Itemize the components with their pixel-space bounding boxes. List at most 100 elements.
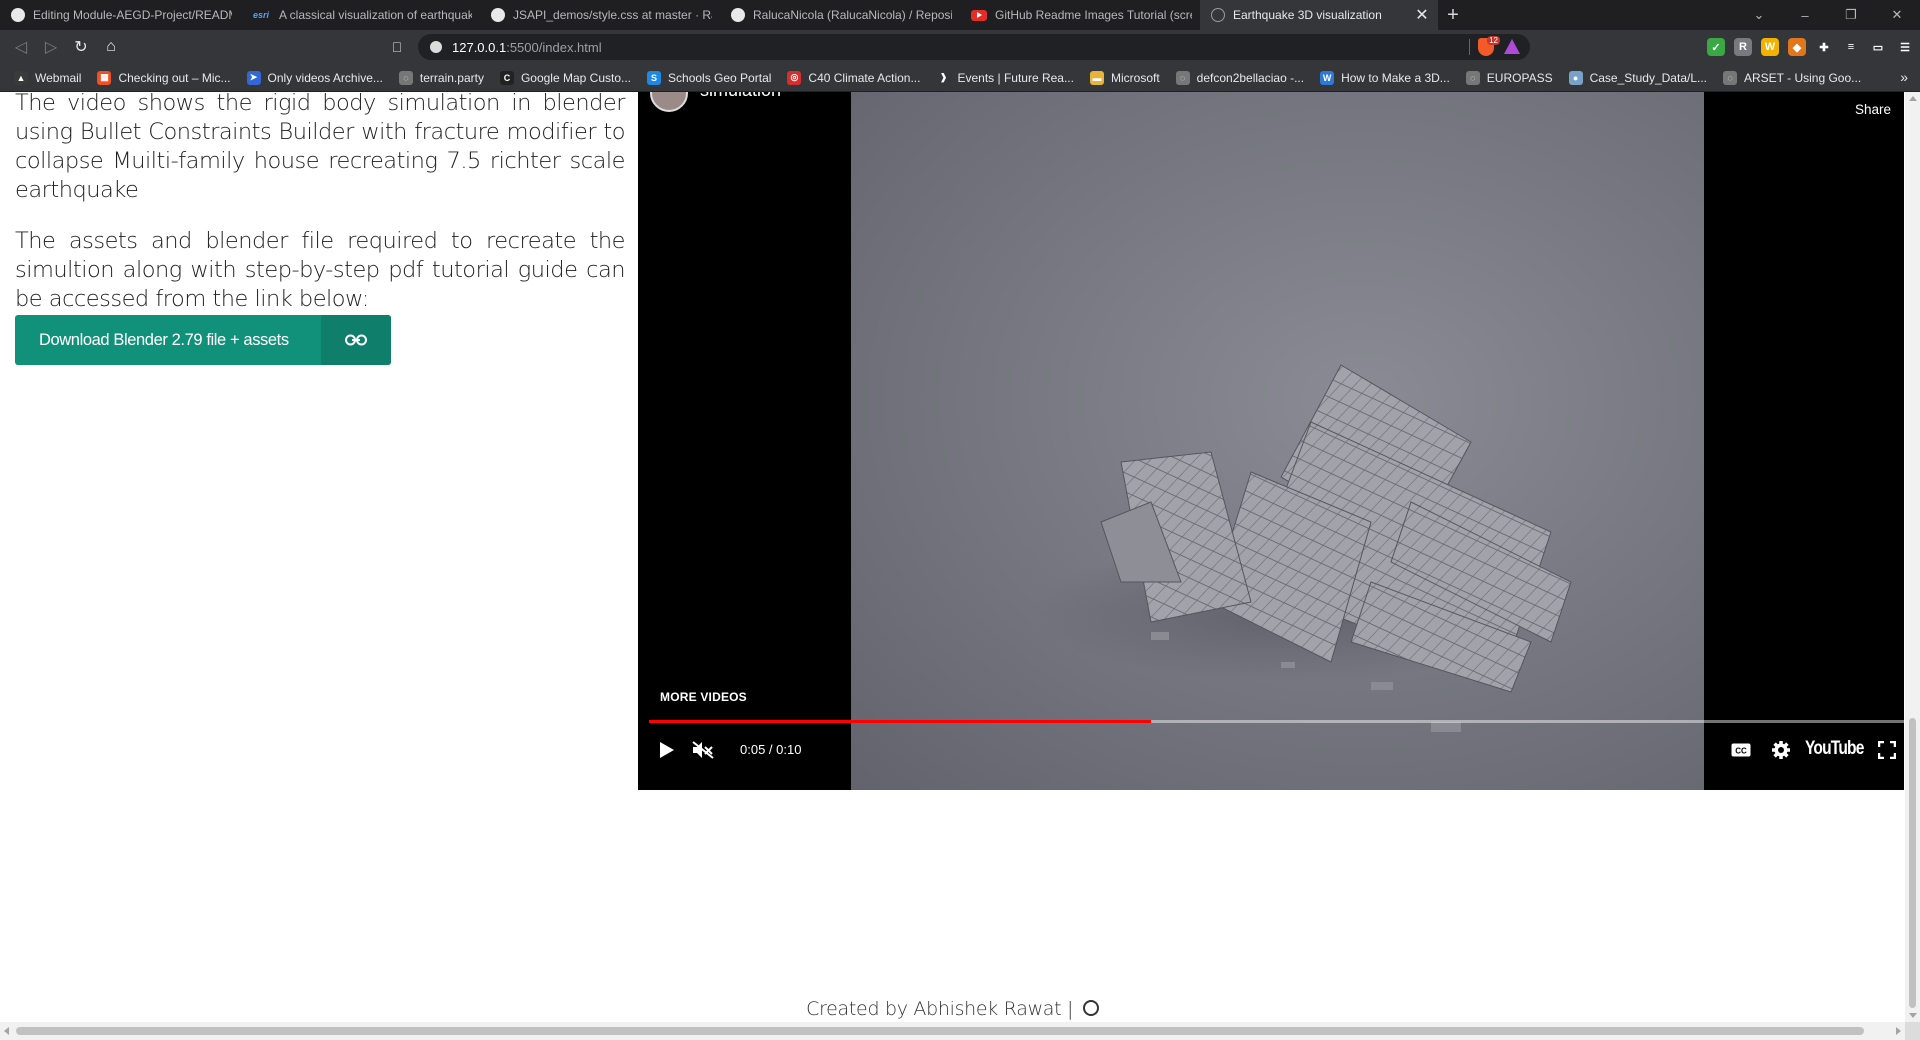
brave-rewards-icon[interactable] — [1504, 39, 1520, 54]
download-button-label: Download Blender 2.79 file + assets — [39, 330, 289, 349]
forward-button[interactable]: ▷ — [36, 32, 66, 62]
bookmark-item[interactable]: ▬ Microsoft — [1089, 70, 1160, 85]
fullscreen-button[interactable] — [1872, 730, 1902, 770]
captions-icon: CC — [1731, 743, 1751, 757]
bookmark-page-button[interactable]: ⎕ — [382, 32, 412, 62]
scroll-right-arrow[interactable] — [1896, 1027, 1901, 1035]
address-bar[interactable]: 127.0.0.1:5500/index.html 12 — [418, 34, 1530, 60]
address-bar-divider — [1469, 39, 1470, 55]
playlist-extension-icon[interactable]: ≡ — [1842, 38, 1860, 56]
bookmark-item[interactable]: ● Case_Study_Data/L... — [1568, 70, 1707, 85]
bookmark-item[interactable]: C Google Map Custo... — [499, 70, 631, 85]
close-window-button[interactable]: ✕ — [1874, 7, 1920, 23]
vertical-scrollbar[interactable] — [1905, 92, 1920, 1022]
tab-active[interactable]: Earthquake 3D visualization ✕ — [1200, 0, 1438, 30]
tab[interactable]: GitHub Readme Images Tutorial (scree — [960, 0, 1200, 30]
bookmark-item[interactable]: ◎ C40 Climate Action... — [787, 70, 921, 85]
extensions-area: ✓ R W ◆ ✚ ≡ ▭ ☰ — [1707, 30, 1914, 64]
bookmark-label: Case_Study_Data/L... — [1589, 70, 1707, 85]
bookmark-label: C40 Climate Action... — [808, 70, 921, 85]
fullscreen-icon — [1878, 741, 1896, 759]
more-videos-button[interactable]: MORE VIDEOS — [660, 690, 747, 704]
gear-icon — [1772, 741, 1790, 759]
tab[interactable]: Editing Module-AEGD-Project/READM — [0, 0, 240, 30]
download-button[interactable]: Download Blender 2.79 file + assets — [15, 315, 391, 365]
bookmark-item[interactable]: ◌ ARSET - Using Goo... — [1723, 70, 1862, 85]
captions-button[interactable]: CC — [1726, 730, 1756, 770]
tab-close-button[interactable]: ✕ — [1414, 5, 1430, 25]
video-progress-bar[interactable] — [649, 720, 1904, 723]
tab[interactable]: esri A classical visualization of earthqu… — [240, 0, 480, 30]
video-title[interactable]: simulation — [700, 92, 781, 101]
video-time: 0:05 / 0:10 — [740, 742, 802, 757]
bookmark-item[interactable]: ➤ Only videos Archive... — [246, 70, 383, 85]
horizontal-scrollbar[interactable] — [0, 1022, 1905, 1040]
fox-extension-icon[interactable]: ◆ — [1788, 38, 1806, 56]
bookmark-item[interactable]: ◌ defcon2bellaciao -... — [1175, 70, 1305, 85]
home-button[interactable]: ⌂ — [96, 32, 126, 62]
description-paragraph-2: The assets and blender file required to … — [15, 228, 626, 312]
r-extension-icon[interactable]: R — [1734, 38, 1752, 56]
bookmark-item[interactable]: ▲ Webmail — [14, 70, 81, 85]
scroll-left-arrow[interactable] — [4, 1027, 9, 1035]
channel-avatar[interactable] — [650, 92, 688, 112]
bookmark-item[interactable]: ❱ Events | Future Rea... — [936, 70, 1074, 85]
restore-button[interactable]: ❐ — [1828, 7, 1874, 23]
bookmark-label: EUROPASS — [1486, 70, 1553, 85]
webmail-icon: ▲ — [14, 70, 28, 85]
bookmark-item[interactable]: S Schools Geo Portal — [647, 70, 772, 85]
settings-button[interactable] — [1766, 730, 1796, 770]
wallet-extension-icon[interactable]: ▭ — [1869, 38, 1887, 56]
play-icon — [660, 742, 674, 758]
scroll-down-arrow[interactable] — [1909, 1013, 1917, 1018]
github-icon[interactable] — [1082, 1000, 1099, 1016]
back-button[interactable]: ◁ — [6, 32, 36, 62]
window-controls: ⌄ – ❐ ✕ — [1736, 0, 1920, 30]
green-check-extension-icon[interactable]: ✓ — [1707, 38, 1725, 56]
page-content: The video shows the rigid body simulatio… — [0, 92, 1905, 1022]
portal-icon: S — [647, 70, 662, 85]
bookmark-label: Events | Future Rea... — [957, 70, 1074, 85]
bookmarks-overflow-button[interactable]: » — [1900, 69, 1908, 85]
menu-extension-icon[interactable]: ☰ — [1896, 38, 1914, 56]
globe-icon: ◌ — [1175, 70, 1190, 85]
vertical-scroll-thumb[interactable] — [1909, 718, 1916, 1008]
puzzle-extension-icon[interactable]: ✚ — [1815, 38, 1833, 56]
bookmark-item[interactable]: ▦ Checking out – Mic... — [97, 70, 231, 85]
mute-button[interactable] — [688, 730, 718, 770]
github-icon: ● — [1568, 70, 1583, 85]
share-button[interactable]: Share — [1855, 102, 1891, 117]
tab-search-button[interactable]: ⌄ — [1736, 7, 1782, 23]
bookmark-label: defcon2bellaciao -... — [1196, 70, 1305, 85]
bookmark-item[interactable]: W How to Make a 3D... — [1320, 70, 1450, 85]
horizontal-scroll-thumb[interactable] — [16, 1027, 1864, 1035]
tab[interactable]: JSAPI_demos/style.css at master · Ralu — [480, 0, 720, 30]
w-extension-icon[interactable]: W — [1761, 38, 1779, 56]
globe-icon: ◌ — [398, 70, 413, 85]
scroll-up-arrow[interactable] — [1909, 96, 1917, 101]
esri-icon: esri — [252, 10, 269, 20]
c-icon: C — [499, 70, 514, 85]
bookmark-item[interactable]: ◌ EUROPASS — [1465, 70, 1553, 85]
bookmark-label: ARSET - Using Goo... — [1744, 70, 1862, 85]
tab-strip: Editing Module-AEGD-Project/READM esri A c… — [0, 0, 1920, 30]
microsoft-icon: ▦ — [97, 70, 112, 85]
footer: Created by Abhishek Rawat | — [0, 998, 1905, 1020]
site-info-icon[interactable] — [430, 41, 442, 53]
play-button[interactable] — [652, 730, 682, 770]
video-progress-fill — [649, 720, 1151, 723]
bookmark-label: Microsoft — [1110, 70, 1160, 85]
tab[interactable]: RalucaNicola (RalucaNicola) / Reposito — [720, 0, 960, 30]
bookmark-label: Schools Geo Portal — [668, 70, 772, 85]
bookmark-item[interactable]: ◌ terrain.party — [398, 70, 484, 85]
reload-button[interactable]: ↻ — [66, 32, 96, 62]
shield-count-badge: 12 — [1487, 36, 1500, 45]
new-tab-button[interactable]: + — [1438, 4, 1468, 27]
globe-icon: ◌ — [1723, 70, 1737, 85]
youtube-video-player[interactable]: simulation Share MORE VIDEOS 0:05 / 0:10 — [638, 92, 1904, 790]
minimize-button[interactable]: – — [1782, 8, 1828, 23]
youtube-logo[interactable]: YouTube — [1805, 738, 1864, 760]
tab-list: Editing Module-AEGD-Project/READM esri A c… — [0, 0, 1438, 30]
tab-title: RalucaNicola (RalucaNicola) / Reposito — [753, 8, 952, 22]
link-icon — [321, 315, 391, 365]
